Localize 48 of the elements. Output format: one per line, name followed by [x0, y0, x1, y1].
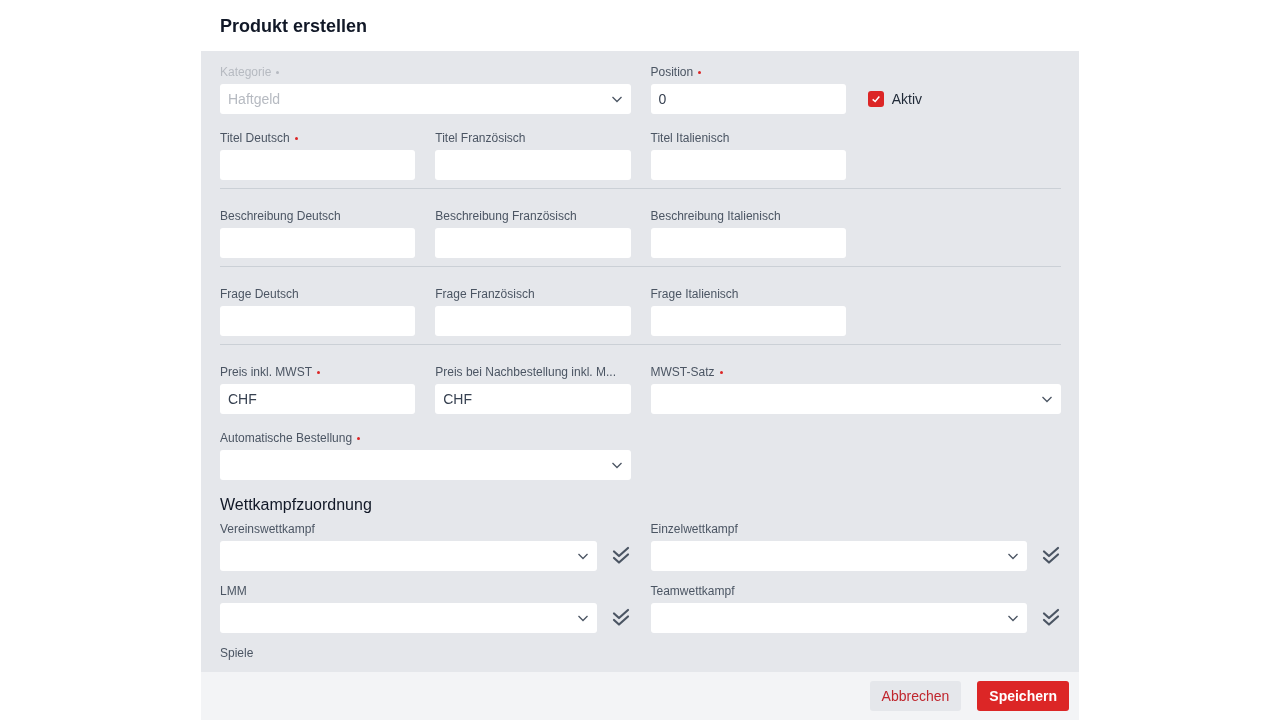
input-field[interactable]: [650, 228, 846, 258]
double-check-icon[interactable]: [610, 608, 631, 628]
field-label: Beschreibung Französisch: [435, 208, 577, 224]
field-label: Frage Französisch: [435, 286, 535, 302]
field-label: Beschreibung Deutsch: [220, 208, 341, 224]
field-label: Titel Italienisch: [650, 130, 730, 146]
double-check-icon[interactable]: [610, 546, 631, 566]
input-field[interactable]: [650, 306, 846, 336]
field-label: Vereinswettkampf: [220, 521, 315, 537]
checkbox[interactable]: [867, 91, 884, 107]
cancel-button[interactable]: Abbrechen: [869, 681, 962, 711]
input-field[interactable]: CHF: [435, 384, 631, 414]
field-label: Frage Deutsch: [220, 286, 299, 302]
input-field[interactable]: [650, 150, 846, 180]
field-label: Automatische Bestellung: [220, 430, 353, 446]
field-label: Titel Französisch: [435, 130, 526, 146]
field-label: Einzelwettkampf: [650, 521, 738, 537]
section-heading: Wettkampfzuordnung: [220, 495, 373, 515]
field-label: Teamwettkampf: [650, 583, 735, 599]
input-field[interactable]: [435, 228, 631, 258]
select-field[interactable]: [650, 603, 1027, 633]
field-label: Position: [650, 64, 694, 80]
double-check-icon[interactable]: [1041, 608, 1061, 628]
input-field[interactable]: [435, 150, 631, 180]
select-field[interactable]: [650, 384, 1061, 414]
input-field[interactable]: 0: [650, 84, 846, 114]
input-field[interactable]: CHF: [220, 384, 416, 414]
field-label: Titel Deutsch: [220, 130, 290, 146]
check-icon: [870, 94, 881, 104]
input-field[interactable]: [435, 306, 631, 336]
field-label: Preis inkl. MWST: [220, 364, 312, 380]
select-field[interactable]: [220, 603, 597, 633]
field-label: MWST-Satz: [650, 364, 715, 380]
field-label: Spiele: [220, 645, 254, 661]
dialog-title: Produkt erstellen: [220, 15, 369, 38]
input-field[interactable]: [220, 306, 416, 336]
save-button[interactable]: Speichern: [977, 681, 1069, 711]
select-field[interactable]: [220, 450, 631, 480]
field-label: Preis bei Nachbestellung inkl. M...: [435, 364, 616, 380]
field-label: Frage Italienisch: [650, 286, 739, 302]
input-field[interactable]: [220, 150, 416, 180]
field-label: Beschreibung Italienisch: [650, 208, 781, 224]
field-label: LMM: [220, 583, 247, 599]
input-field[interactable]: [220, 228, 416, 258]
select-field[interactable]: [220, 541, 597, 571]
double-check-icon[interactable]: [1041, 546, 1061, 566]
checkbox-label: Aktiv: [891, 89, 923, 109]
select-field[interactable]: [650, 541, 1027, 571]
